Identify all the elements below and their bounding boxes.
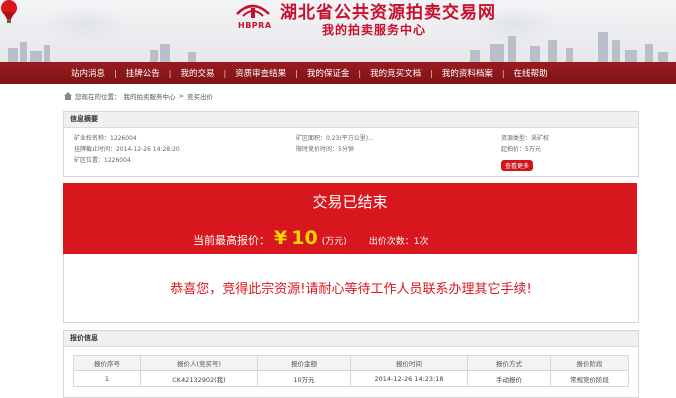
nav-item-my-trades[interactable]: 我的交易 — [171, 67, 223, 79]
field-resource-type: 资源类型：采矿权 — [501, 135, 550, 142]
congrats-panel: 恭喜您，竞得此宗资源!请耐心等待工作人员联系办理其它手续! — [63, 254, 639, 323]
bid-amount: 10万元 — [257, 370, 351, 387]
nav-item-help[interactable]: 在线帮助 — [505, 67, 557, 79]
field-mine-location: 矿区位置：1226004 — [74, 157, 131, 164]
auction-ended-title: 交易已结束 — [312, 193, 388, 211]
home-icon — [64, 92, 72, 100]
breadcrumb-link-service-center[interactable]: 我的拍卖服务中心 — [124, 91, 176, 101]
city-silhouette — [598, 32, 608, 62]
bidder-id: CK42132902(我) — [140, 370, 258, 387]
column-header: 报价时间 — [350, 355, 468, 371]
breadcrumb-prefix: 您现在的位置： — [75, 93, 121, 101]
city-silhouette — [612, 40, 620, 62]
site-title[interactable]: 湖北省公共资源拍卖交易网 — [280, 0, 496, 23]
nav-item-qualification-results[interactable]: 资质审查结果 — [226, 67, 295, 79]
auction-status-box: 交易已结束 当前最高报价： ¥ 10 (万元) 出价次数：1次 — [63, 183, 637, 254]
column-header: 报价阶段 — [550, 355, 629, 371]
bid-table: 报价序号 报价人(竞买号) 报价金额 报价时间 报价方式 报价阶段 1 CK42… — [73, 355, 629, 387]
nav-item-my-archive[interactable]: 我的资料档案 — [433, 67, 502, 79]
current-highest-label: 当前最高报价： — [193, 234, 270, 247]
congrats-message: 恭喜您，竞得此宗资源!请耐心等待工作人员联系办理其它手续! — [170, 282, 532, 297]
info-summary-panel: 信息摘要 矿业权名称：1226004 矿区面积：0.23(平方公里)... 资源… — [63, 111, 639, 177]
table-header-row: 报价序号 报价人(竞买号) 报价金额 报价时间 报价方式 报价阶段 — [73, 355, 629, 371]
city-silhouette — [470, 50, 480, 62]
bid-info-panel: 报价信息 报价序号 报价人(竞买号) 报价金额 报价时间 报价方式 报价阶段 1… — [63, 330, 639, 398]
table-row: 1 CK42132902(我) 10万元 2014-12-26 14:23:18… — [73, 370, 629, 387]
nav-item-my-bid-documents[interactable]: 我的竞买文档 — [361, 67, 430, 79]
info-grid: 矿业权名称：1226004 矿区面积：0.23(平方公里)... 资源类型：采矿… — [64, 128, 638, 171]
city-silhouette — [490, 44, 504, 62]
city-silhouette — [548, 40, 557, 62]
nav-item-my-deposit[interactable]: 我的保证金 — [298, 67, 359, 79]
field-mine-area: 矿区面积：0.23(平方公里)... — [296, 135, 374, 142]
bid-seq: 1 — [73, 370, 141, 387]
city-silhouette — [188, 52, 196, 62]
city-silhouette — [625, 50, 637, 62]
price-row: 当前最高报价： ¥ 10 (万元) 出价次数：1次 — [193, 227, 428, 249]
field-mining-right-name: 矿业权名称：1226004 — [74, 135, 137, 142]
city-silhouette — [150, 50, 158, 62]
bid-stage: 常规竞价阶段 — [550, 370, 629, 387]
city-silhouette — [160, 44, 170, 62]
city-silhouette — [566, 48, 573, 62]
nav-item-messages[interactable]: 站内消息 — [62, 67, 114, 79]
bid-count: 出价次数：1次 — [368, 237, 429, 247]
logo-text: HBPRA — [238, 21, 272, 30]
panel-title: 信息摘要 — [64, 112, 638, 128]
column-header: 报价金额 — [257, 355, 351, 371]
nav-item-announcements[interactable]: 挂牌公告 — [117, 67, 169, 79]
city-silhouette — [508, 36, 516, 62]
field-starting-price: 起拍价：5万元 — [501, 146, 541, 153]
city-silhouette — [8, 48, 18, 62]
column-header: 报价人(竞买号) — [140, 355, 258, 371]
breadcrumb-current: 竞买出价 — [186, 93, 213, 101]
column-header: 报价序号 — [73, 355, 141, 371]
city-silhouette — [530, 46, 540, 62]
breadcrumb-separator: > — [178, 92, 184, 100]
city-silhouette — [44, 45, 50, 62]
column-header: 报价方式 — [467, 355, 551, 371]
city-silhouette — [658, 52, 668, 62]
currency-symbol: ¥ — [274, 227, 288, 249]
city-silhouette — [30, 51, 42, 62]
main-nav: 站内消息 | 挂牌公告 | 我的交易 | 资质审查结果 | 我的保证金 | 我的… — [0, 62, 676, 84]
view-more-button[interactable]: 查看更多 — [501, 160, 534, 171]
price-unit: (万元) — [321, 237, 347, 247]
highest-price-value: 10 — [291, 227, 318, 249]
bid-time: 2014-12-26 14:23:18 — [350, 370, 468, 387]
field-listing-deadline: 挂牌截止时间：2014-12-26 14:28:20 — [74, 146, 180, 153]
site-header: HBPRA 湖北省公共资源拍卖交易网 我的拍卖服务中心 — [0, 0, 676, 62]
field-timed-bidding: 限时竞价时间：5分钟 — [296, 146, 354, 153]
bid-method: 手动报价 — [467, 370, 551, 387]
sky-decoration — [40, 6, 130, 44]
balloon-icon — [1, 0, 17, 23]
city-silhouette — [20, 42, 27, 62]
city-silhouette — [645, 44, 653, 62]
breadcrumb: 您现在的位置： 我的拍卖服务中心 > 竞买出价 — [64, 91, 213, 101]
site-subtitle: 我的拍卖服务中心 — [322, 23, 427, 37]
panel-title: 报价信息 — [64, 331, 638, 347]
